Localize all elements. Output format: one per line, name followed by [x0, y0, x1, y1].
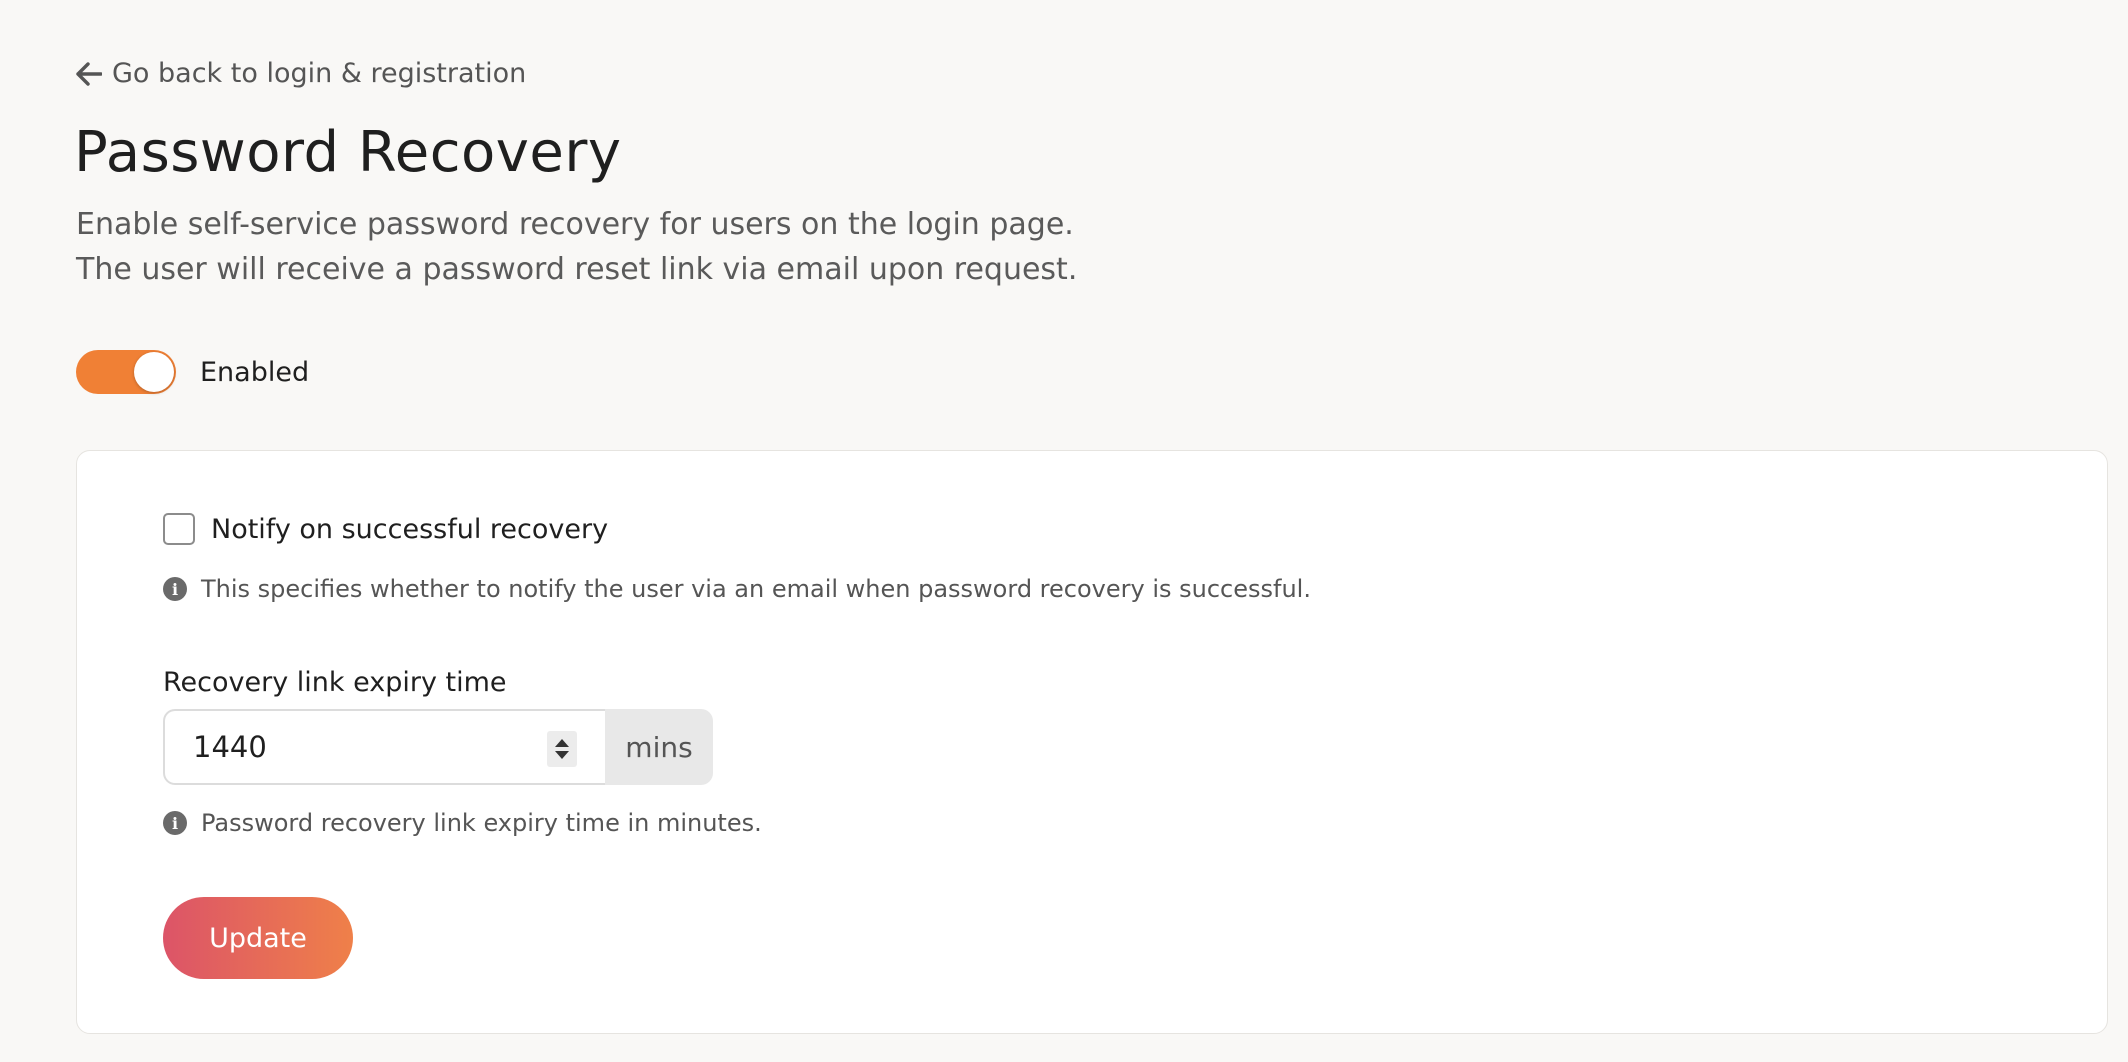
expiry-input[interactable]: 1440 — [163, 709, 605, 785]
expiry-unit-addon: mins — [605, 709, 713, 785]
notify-checkbox-row: Notify on successful recovery — [163, 513, 608, 545]
page-title: Password Recovery — [74, 120, 622, 185]
info-icon: i — [163, 577, 187, 601]
settings-card: Notify on successful recovery i This spe… — [76, 450, 2108, 1034]
enable-toggle-row: Enabled — [76, 350, 309, 394]
notify-help-text: i This specifies whether to notify the u… — [163, 575, 1311, 603]
description-line-1: Enable self-service password recovery fo… — [76, 207, 1074, 242]
back-to-login-link[interactable]: Go back to login & registration — [76, 58, 526, 89]
stepper-down-icon[interactable] — [555, 751, 569, 759]
expiry-input-value: 1440 — [193, 730, 267, 764]
stepper-up-icon[interactable] — [555, 739, 569, 747]
expiry-help-text: i Password recovery link expiry time in … — [163, 809, 762, 837]
notify-checkbox-label: Notify on successful recovery — [211, 513, 609, 545]
expiry-stepper[interactable] — [547, 731, 577, 767]
notify-help-label: This specifies whether to notify the use… — [201, 575, 1311, 603]
page-description: Enable self-service password recovery fo… — [76, 202, 1077, 292]
expiry-help-label: Password recovery link expiry time in mi… — [201, 809, 762, 837]
notify-checkbox[interactable] — [163, 513, 195, 545]
enabled-toggle[interactable] — [76, 350, 176, 394]
back-link-label: Go back to login & registration — [112, 58, 527, 89]
update-button[interactable]: Update — [163, 897, 353, 979]
toggle-knob — [134, 352, 174, 392]
info-icon: i — [163, 811, 187, 835]
arrow-left-icon — [76, 61, 102, 86]
expiry-field-label: Recovery link expiry time — [163, 667, 507, 698]
password-recovery-page: Go back to login & registration Password… — [0, 0, 2128, 1062]
expiry-input-group: 1440 mins — [163, 709, 713, 785]
description-line-2: The user will receive a password reset l… — [76, 252, 1078, 287]
toggle-label: Enabled — [200, 356, 310, 388]
